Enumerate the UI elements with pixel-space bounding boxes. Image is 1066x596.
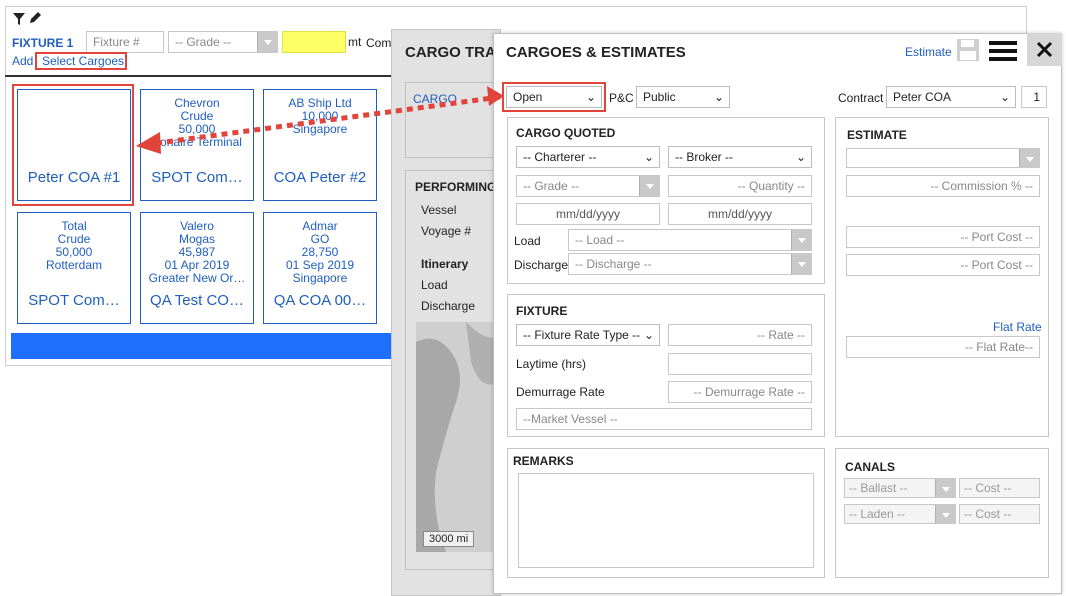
annotation-arrow	[136, 86, 504, 154]
